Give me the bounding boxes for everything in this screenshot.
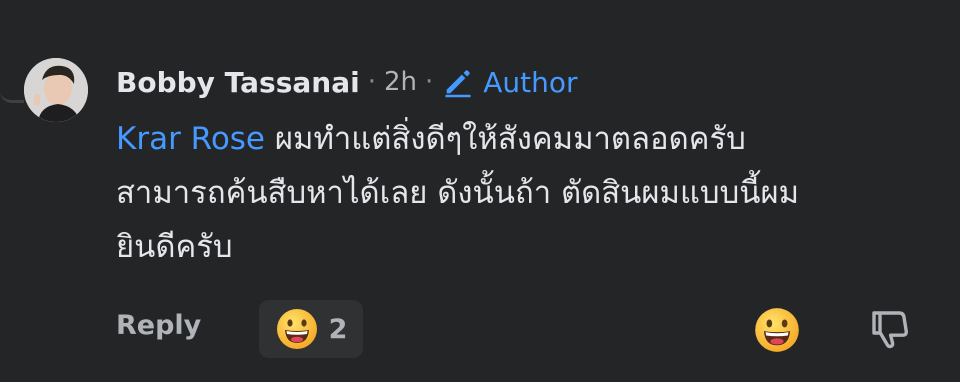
avatar[interactable]: [24, 58, 88, 122]
thread-connector-line: [0, 86, 24, 103]
author-badge: Author: [441, 65, 578, 99]
separator-dot: ·: [425, 67, 434, 97]
grinning-face-emoji-icon: [276, 309, 317, 349]
comment-actions: Reply 2: [0, 298, 960, 360]
reaction-summary[interactable]: 2: [259, 300, 363, 358]
thumbs-down-icon: [872, 311, 908, 349]
grinning-face-emoji-icon: [755, 308, 799, 352]
author-badge-label: Author: [483, 65, 578, 99]
comment-text: Krar Rose ผมทำแต่สิ่งดีๆให้สังคมมาตลอดคร…: [116, 112, 916, 274]
reaction-count: 2: [328, 313, 348, 345]
mention-link[interactable]: Krar Rose: [116, 121, 265, 157]
comment-header: Bobby Tassanai · 2h · Author: [116, 62, 578, 102]
comment-text-line-2: สามารถค้นสืบหาได้เลย ดังนั้นถ้า ตัดสินผม…: [116, 175, 800, 211]
dislike-button[interactable]: [866, 306, 914, 354]
reply-button[interactable]: Reply: [116, 310, 201, 341]
react-button[interactable]: [753, 306, 801, 354]
comment-text-line-3: ยินดีครับ: [116, 229, 233, 265]
avatar-image: [24, 58, 88, 122]
pencil-icon: [445, 70, 472, 98]
author-name[interactable]: Bobby Tassanai: [116, 66, 360, 99]
comment-text-line-1: ผมทำแต่สิ่งดีๆให้สังคมมาตลอดครับ: [265, 121, 746, 157]
timestamp[interactable]: 2h: [384, 67, 417, 97]
separator-dot: ·: [367, 67, 376, 97]
